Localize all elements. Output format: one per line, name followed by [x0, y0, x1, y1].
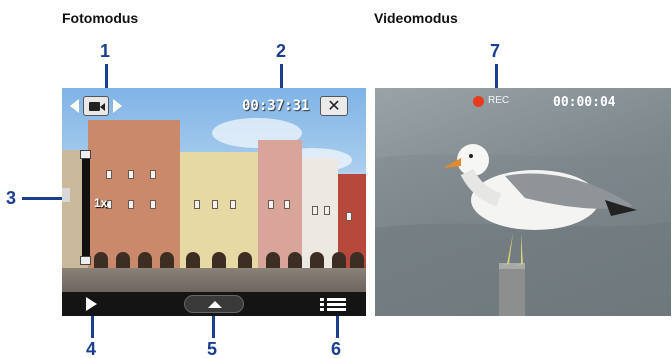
- zoom-max-handle[interactable]: [80, 150, 91, 159]
- play-icon[interactable]: [86, 297, 97, 311]
- window: [346, 212, 352, 221]
- triangle-left-icon[interactable]: [70, 99, 79, 113]
- menu-list-icon[interactable]: [320, 298, 346, 311]
- close-button[interactable]: ✕: [320, 96, 348, 116]
- callout-number-3: 3: [6, 188, 17, 208]
- callout-number-7: 7: [490, 41, 501, 61]
- callout-line-7: [495, 64, 498, 90]
- window: [312, 206, 318, 215]
- window: [324, 206, 330, 215]
- photo-mode-heading: Fotomodus: [62, 10, 139, 26]
- window: [194, 200, 200, 209]
- callout-line-6: [336, 314, 339, 338]
- building: [88, 120, 180, 270]
- window: [230, 200, 236, 209]
- menu-list-dot: [320, 308, 324, 311]
- seagull-scene: [375, 144, 671, 316]
- window: [128, 200, 134, 209]
- expand-panel-button[interactable]: [184, 295, 244, 313]
- window: [150, 200, 156, 209]
- close-icon: ✕: [327, 96, 341, 115]
- window: [212, 200, 218, 209]
- video-camera-lens-icon: [100, 103, 105, 111]
- menu-list-line: [327, 303, 346, 306]
- left-edge-handle: [62, 188, 70, 202]
- window: [268, 200, 274, 209]
- video-mode-heading: Videomodus: [374, 10, 458, 26]
- video-camera-icon: [89, 102, 100, 111]
- callout-line-1: [105, 64, 108, 90]
- chevron-up-icon: [208, 301, 222, 308]
- callout-line-5: [212, 314, 215, 338]
- building: [258, 140, 302, 270]
- remaining-time-display: 00:37:31: [242, 98, 310, 114]
- photo-mode-screen: 00:37:31 ✕ 1x: [62, 88, 366, 316]
- callout-line-4: [91, 314, 94, 338]
- rec-label: REC: [488, 95, 510, 106]
- menu-list-line: [327, 308, 346, 311]
- recording-time-display: 00:00:04: [553, 95, 616, 110]
- menu-list-dot: [320, 298, 324, 301]
- callout-number-1: 1: [100, 41, 111, 61]
- capture-mode-selector: [70, 96, 122, 116]
- window: [106, 170, 112, 179]
- gull-eye: [469, 154, 473, 158]
- callout-number-5: 5: [207, 339, 218, 358]
- menu-list-line: [327, 298, 346, 301]
- wooden-post: [499, 263, 525, 316]
- callout-line-3: [22, 197, 64, 200]
- window: [128, 170, 134, 179]
- triangle-right-icon[interactable]: [113, 99, 122, 113]
- capture-mode-button[interactable]: [83, 96, 109, 116]
- callout-line-2: [280, 64, 283, 90]
- window: [150, 170, 156, 179]
- zoom-min-handle[interactable]: [80, 256, 91, 265]
- callout-number-6: 6: [331, 339, 342, 358]
- video-mode-screen: REC 00:00:04: [375, 88, 671, 316]
- bottom-toolbar: [62, 292, 366, 316]
- callout-number-4: 4: [86, 339, 97, 358]
- menu-list-dot: [320, 303, 324, 306]
- record-indicator-icon: [473, 96, 484, 107]
- window: [284, 200, 290, 209]
- square-pavement: [62, 268, 366, 292]
- callout-number-2: 2: [276, 41, 287, 61]
- zoom-bar[interactable]: [82, 154, 90, 262]
- zoom-level-label: 1x: [94, 196, 108, 210]
